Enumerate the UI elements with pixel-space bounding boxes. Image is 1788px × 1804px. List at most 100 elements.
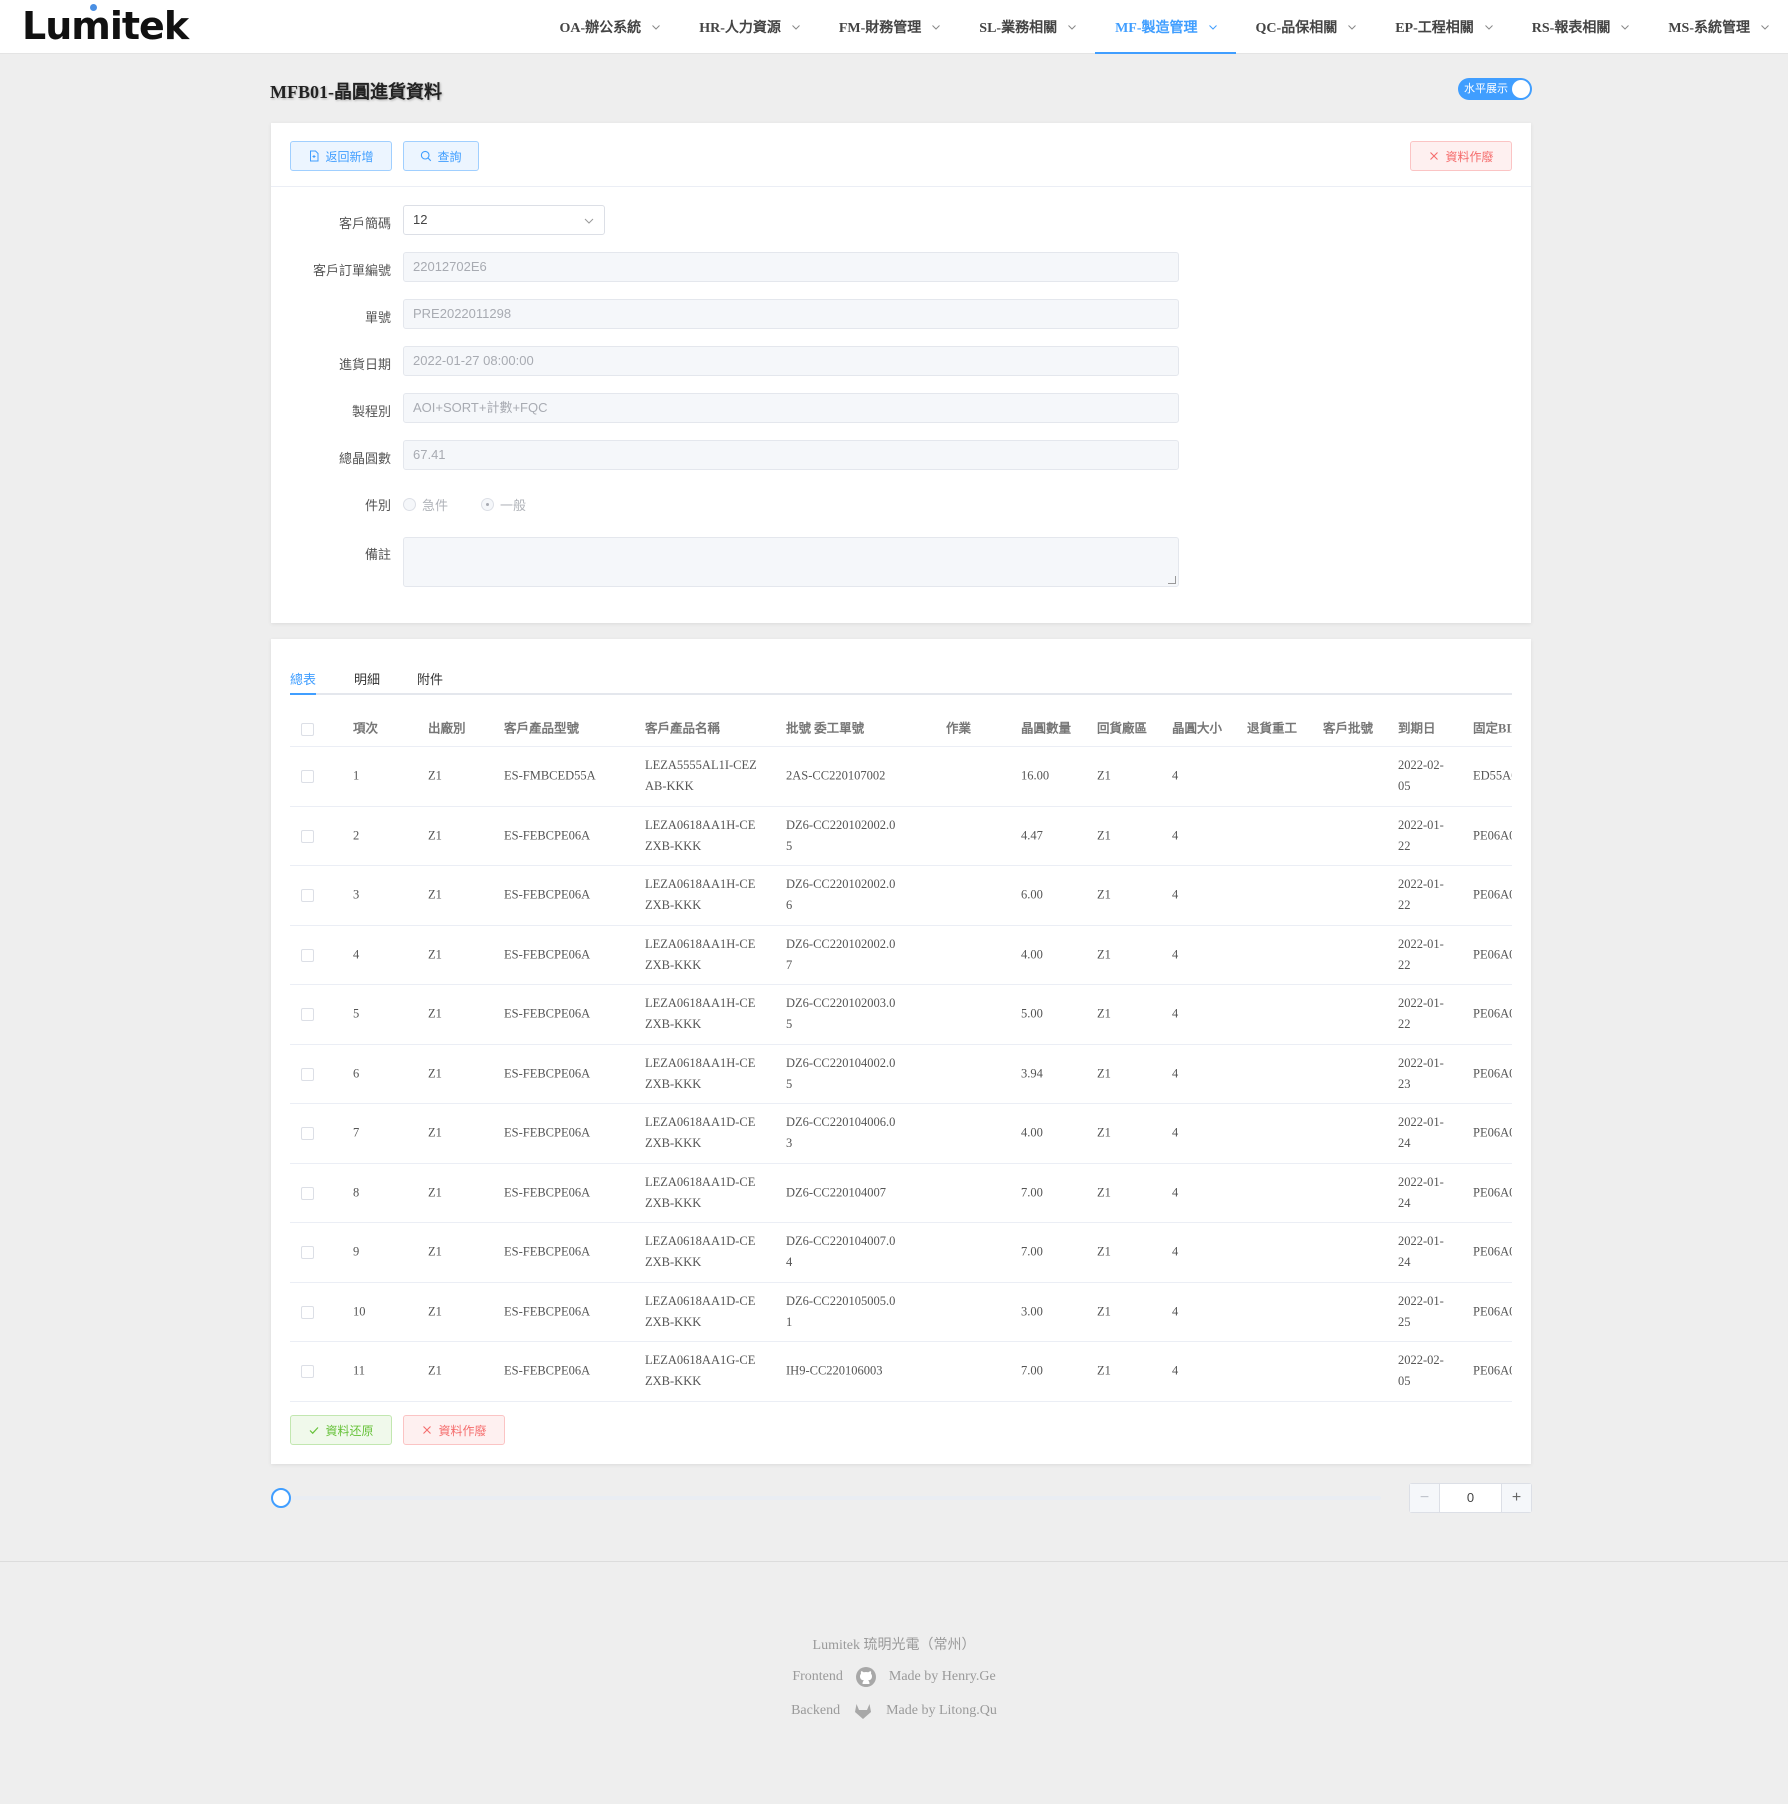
table-cell: DZ6-CC220104002.0 5 [786,1055,896,1091]
scroll-stepper[interactable]: − 0 + [1409,1483,1532,1513]
select-all-checkbox[interactable] [301,722,314,736]
nav-item[interactable]: SL-業務相關 [959,0,1095,54]
tab-detail[interactable]: 明細 [354,669,380,688]
table-row[interactable]: 1 Z1 ES-FMBCED55A LEZA5555AL1I-CEZ AB-KKK 2A… [290,747,1512,807]
table-cell: ED55A00 [1473,768,1512,783]
column-header: 客戶產品型號 [504,721,580,735]
table-row[interactable]: 9 Z1 ES-FEBCPE06A LEZA0618AA1D-CE ZXB-KKK DZ… [290,1223,1512,1283]
table-void-button[interactable]: 資料作廢 [403,1415,505,1445]
nav-item-label: MF-製造管理 [1115,21,1198,36]
tab-summary[interactable]: 總表 [290,669,316,688]
table-row[interactable]: 8 Z1 ES-FEBCPE06A LEZA0618AA1D-CE ZXB-KKK DZ… [290,1164,1512,1223]
row-checkbox[interactable] [301,1305,314,1319]
radio-urgent[interactable]: 急件 [403,495,448,514]
table-row[interactable]: 10 Z1 ES-FEBCPE06A LEZA0618AA1D-CE ZXB-KKK D… [290,1283,1512,1342]
table-cell: 3 [353,887,360,902]
table-row[interactable]: 3 Z1 ES-FEBCPE06A LEZA0618AA1H-CE ZXB-KKK DZ… [290,866,1512,926]
chevron-down-icon [792,25,800,30]
row-checkbox[interactable] [301,1067,314,1081]
logo[interactable]: Lumitek [22,4,189,48]
column-header: 固定BIN [1473,721,1512,735]
row-checkbox[interactable] [301,1246,314,1260]
github-icon[interactable] [855,1666,877,1688]
tab-attachment[interactable]: 附件 [417,669,443,688]
void-button[interactable]: 資料作廢 [1410,141,1512,171]
column-header: 項次 [353,721,379,735]
horizontal-scroll-slider[interactable] [283,1496,1381,1500]
table-cell: 2022-01- 22 [1398,877,1444,913]
search-icon [421,150,432,162]
close-icon [1430,152,1439,160]
table-card: 總表 明細 附件 項次 出廠別 客戶產品型號 客戶產品名稱 批號 委工單號 作業 晶圓數量 回… [271,639,1531,1464]
column-header: 晶圓大小 [1172,721,1223,735]
total-wafers-field[interactable]: 67.41 [403,440,1179,470]
row-checkbox[interactable] [301,1365,314,1379]
footer-frontend: Frontend Made by Henry.Ge [0,1666,1788,1688]
increment-button[interactable]: + [1501,1484,1531,1512]
doc-no-label: 單號 [364,310,391,325]
table-header-row: 項次 出廠別 客戶產品型號 客戶產品名稱 批號 委工單號 作業 晶圓數量 回貨廠區 晶圓大小 退貨… [290,711,1512,747]
radio-normal[interactable]: 一般 [481,495,526,514]
column-header: 批號 委工單號 [786,721,865,735]
table-cell: 4 [1172,1066,1179,1081]
table-cell: LEZA0618AA1H-CE ZXB-KKK [645,817,756,853]
nav-item[interactable]: MF-製造管理 [1095,0,1236,54]
table-cell: 4 [1172,887,1179,902]
row-checkbox[interactable] [301,1008,314,1022]
table-cell: 7.00 [1021,1244,1043,1259]
nav-item[interactable]: EP-工程相關 [1375,0,1512,54]
row-checkbox[interactable] [301,1186,314,1200]
table-cell: Z1 [1097,947,1111,962]
order-no-field[interactable]: 22012702E6 [403,252,1179,282]
back-add-button[interactable]: 返回新增 [290,141,392,171]
row-checkbox[interactable] [301,770,314,784]
stepper-value[interactable]: 0 [1440,1484,1501,1512]
process-field[interactable]: AOI+SORT+計數+FQC [403,393,1179,423]
slider-handle[interactable] [271,1488,291,1508]
table-cell: PE06A015 [1473,1304,1512,1319]
nav-item[interactable]: MS-系統管理 [1648,0,1788,54]
row-checkbox[interactable] [301,829,314,843]
table-row[interactable]: 7 Z1 ES-FEBCPE06A LEZA0618AA1D-CE ZXB-KKK DZ… [290,1104,1512,1164]
table-cell: Z1 [428,1006,442,1021]
row-checkbox[interactable] [301,889,314,903]
restore-button[interactable]: 資料还原 [290,1415,392,1445]
table-cell: 6.00 [1021,887,1043,902]
nav-item[interactable]: RS-報表相關 [1512,0,1649,54]
horizontal-display-switch[interactable]: 水平展示 [1458,78,1532,100]
query-button[interactable]: 查詢 [403,141,479,171]
void-label: 資料作廢 [1445,149,1494,164]
doc-no-field[interactable]: PRE2022011298 [403,299,1179,329]
nav-item[interactable]: OA-辦公系統 [540,0,680,54]
table-row[interactable]: 2 Z1 ES-FEBCPE06A LEZA0618AA1H-CE ZXB-KKK DZ… [290,807,1512,866]
table-cell: Z1 [428,768,442,783]
remark-textarea[interactable] [403,537,1179,587]
page-title: MFB01-晶圓進貨資料 [270,82,442,102]
nav-item[interactable]: FM-財務管理 [819,0,959,54]
table-cell: LEZA0618AA1D-CE ZXB-KKK [645,1174,756,1210]
decrement-button[interactable]: − [1410,1484,1440,1512]
table-cell: 7.00 [1021,1363,1043,1378]
resize-grip-icon[interactable] [1168,576,1176,584]
tabs: 總表 明細 附件 [290,665,1512,695]
table-cell: 4.00 [1021,947,1043,962]
table-cell: ES-FEBCPE06A [504,947,591,962]
nav-item[interactable]: QC-品保相關 [1236,0,1376,54]
table-row[interactable]: 4 Z1 ES-FEBCPE06A LEZA0618AA1H-CE ZXB-KKK DZ… [290,926,1512,985]
nav-item[interactable]: HR-人力資源 [679,0,819,54]
gitlab-icon[interactable] [852,1700,874,1722]
table-row[interactable]: 11 Z1 ES-FEBCPE06A LEZA0618AA1G-CE ZXB-KKK I… [290,1342,1512,1402]
radio-urgent-circle [403,498,416,511]
table-row[interactable]: 5 Z1 ES-FEBCPE06A LEZA0618AA1H-CE ZXB-KKK DZ… [290,985,1512,1045]
row-checkbox[interactable] [301,1127,314,1141]
row-checkbox[interactable] [301,948,314,962]
logo-dot [90,4,97,11]
back-add-label: 返回新增 [325,149,374,164]
customer-code-select[interactable]: 12 [403,205,605,235]
nav-item-label: SL-業務相關 [979,21,1058,36]
table-cell: ES-FEBCPE06A [504,887,591,902]
table-row[interactable]: 6 Z1 ES-FEBCPE06A LEZA0618AA1H-CE ZXB-KKK DZ… [290,1045,1512,1104]
table-cell: IH9-CC220106003 [786,1363,883,1378]
table-cell: DZ6-CC220105005.0 1 [786,1293,896,1329]
date-field[interactable]: 2022-01-27 08:00:00 [403,346,1179,376]
